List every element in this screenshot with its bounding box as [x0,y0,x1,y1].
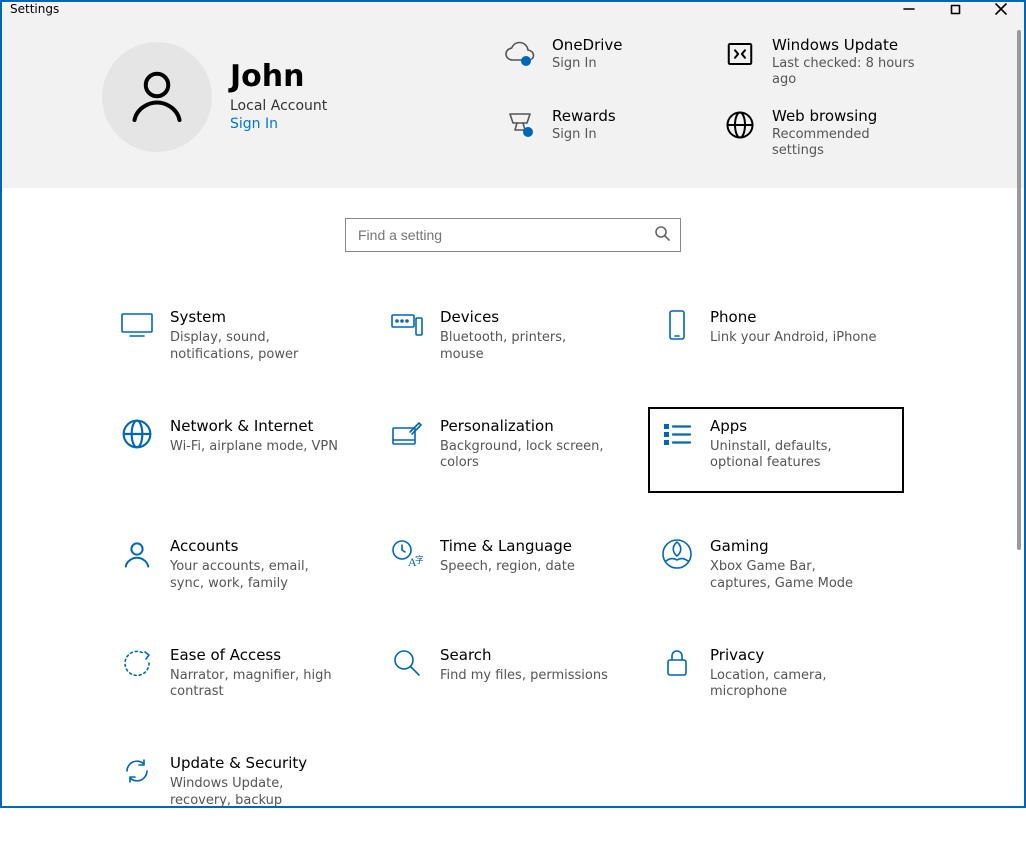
quick-web-browsing[interactable]: Web browsing Recommended settings [722,107,932,158]
category-sub: Speech, region, date [440,559,575,575]
category-time-language[interactable]: A字 Time & Language Speech, region, date [378,527,634,602]
maximize-button[interactable] [932,2,978,16]
search-icon [654,225,670,245]
update-security-icon [120,754,154,788]
rewards-icon [502,107,538,143]
personalization-icon [390,417,424,451]
devices-icon [390,308,424,342]
category-sub: Wi-Fi, airplane mode, VPN [170,439,338,455]
categories-grid: System Display, sound, notifications, po… [2,268,1024,859]
category-accounts[interactable]: Accounts Your accounts, email, sync, wor… [108,527,364,602]
user-name: John [230,62,327,92]
category-devices[interactable]: Devices Bluetooth, printers, mouse [378,298,634,373]
search-box[interactable] [345,218,681,252]
quick-sub: Sign In [552,56,623,72]
close-button[interactable] [978,2,1024,16]
category-sub: Narrator, magnifier, high contrast [170,668,340,701]
account-type: Local Account [230,98,327,114]
category-search[interactable]: Search Find my files, permissions [378,636,634,711]
quick-sub: Recommended settings [772,127,922,158]
account-header: John Local Account Sign In OneDrive Sign… [2,16,1024,188]
globe-icon [722,107,758,143]
window-title: Settings [10,2,59,16]
titlebar: Settings [2,2,1024,16]
svg-text:字: 字 [415,554,423,565]
system-icon [120,308,154,342]
quick-sub: Sign In [552,127,616,143]
category-sub: Windows Update, recovery, backup [170,776,340,809]
category-sub: Your accounts, email, sync, work, family [170,559,340,592]
category-sub: Location, camera, microphone [710,668,880,701]
search-input[interactable] [356,226,654,244]
cloud-icon [502,36,538,72]
category-title: System [170,308,340,326]
category-title: Network & Internet [170,417,338,435]
quick-rewards[interactable]: Rewards Sign In [502,107,712,158]
settings-window: Settings John Local Account Sign [0,0,1026,808]
time-language-icon: A字 [390,537,424,571]
category-ease-of-access[interactable]: Ease of Access Narrator, magnifier, high… [108,636,364,711]
category-personalization[interactable]: Personalization Background, lock screen,… [378,407,634,494]
quick-onedrive[interactable]: OneDrive Sign In [502,36,712,87]
quick-title: Web browsing [772,107,922,125]
category-title: Update & Security [170,754,340,772]
category-system[interactable]: System Display, sound, notifications, po… [108,298,364,373]
category-privacy[interactable]: Privacy Location, camera, microphone [648,636,904,711]
quick-title: Rewards [552,107,616,125]
update-icon [722,36,758,72]
category-sub: Uninstall, defaults, optional features [710,439,880,472]
category-title: Ease of Access [170,646,340,664]
category-sub: Xbox Game Bar, captures, Game Mode [710,559,880,592]
category-sub: Link your Android, iPhone [710,330,877,346]
category-gaming[interactable]: Gaming Xbox Game Bar, captures, Game Mod… [648,527,904,602]
privacy-icon [660,646,694,680]
category-title: Gaming [710,537,880,555]
avatar [102,42,212,152]
window-controls [886,2,1024,16]
quick-title: Windows Update [772,36,922,54]
category-title: Time & Language [440,537,575,555]
phone-icon [660,308,694,342]
accounts-icon [120,537,154,571]
user-icon [127,65,187,129]
user-block[interactable]: John Local Account Sign In [102,36,482,158]
category-title: Search [440,646,608,664]
category-sub: Display, sound, notifications, power [170,330,340,363]
category-title: Apps [710,417,880,435]
minimize-button[interactable] [886,2,932,16]
sign-in-link[interactable]: Sign In [230,116,327,132]
scrollbar-thumb[interactable] [1017,30,1021,550]
category-phone[interactable]: Phone Link your Android, iPhone [648,298,904,373]
category-sub: Bluetooth, printers, mouse [440,330,610,363]
category-apps[interactable]: Apps Uninstall, defaults, optional featu… [648,407,904,494]
scrollbar[interactable] [1016,30,1022,804]
search-row [2,188,1024,268]
quick-links: OneDrive Sign In Windows Update Last che… [502,36,932,158]
category-title: Phone [710,308,877,326]
category-title: Accounts [170,537,340,555]
quick-windows-update[interactable]: Windows Update Last checked: 8 hours ago [722,36,932,87]
ease-of-access-icon [120,646,154,680]
category-title: Privacy [710,646,880,664]
category-network[interactable]: Network & Internet Wi-Fi, airplane mode,… [108,407,364,494]
quick-sub: Last checked: 8 hours ago [772,56,922,87]
search-category-icon [390,646,424,680]
gaming-icon [660,537,694,571]
network-icon [120,417,154,451]
category-title: Devices [440,308,610,326]
category-sub: Find my files, permissions [440,668,608,684]
category-sub: Background, lock screen, colors [440,439,610,472]
category-title: Personalization [440,417,610,435]
quick-title: OneDrive [552,36,623,54]
apps-icon [660,417,694,451]
